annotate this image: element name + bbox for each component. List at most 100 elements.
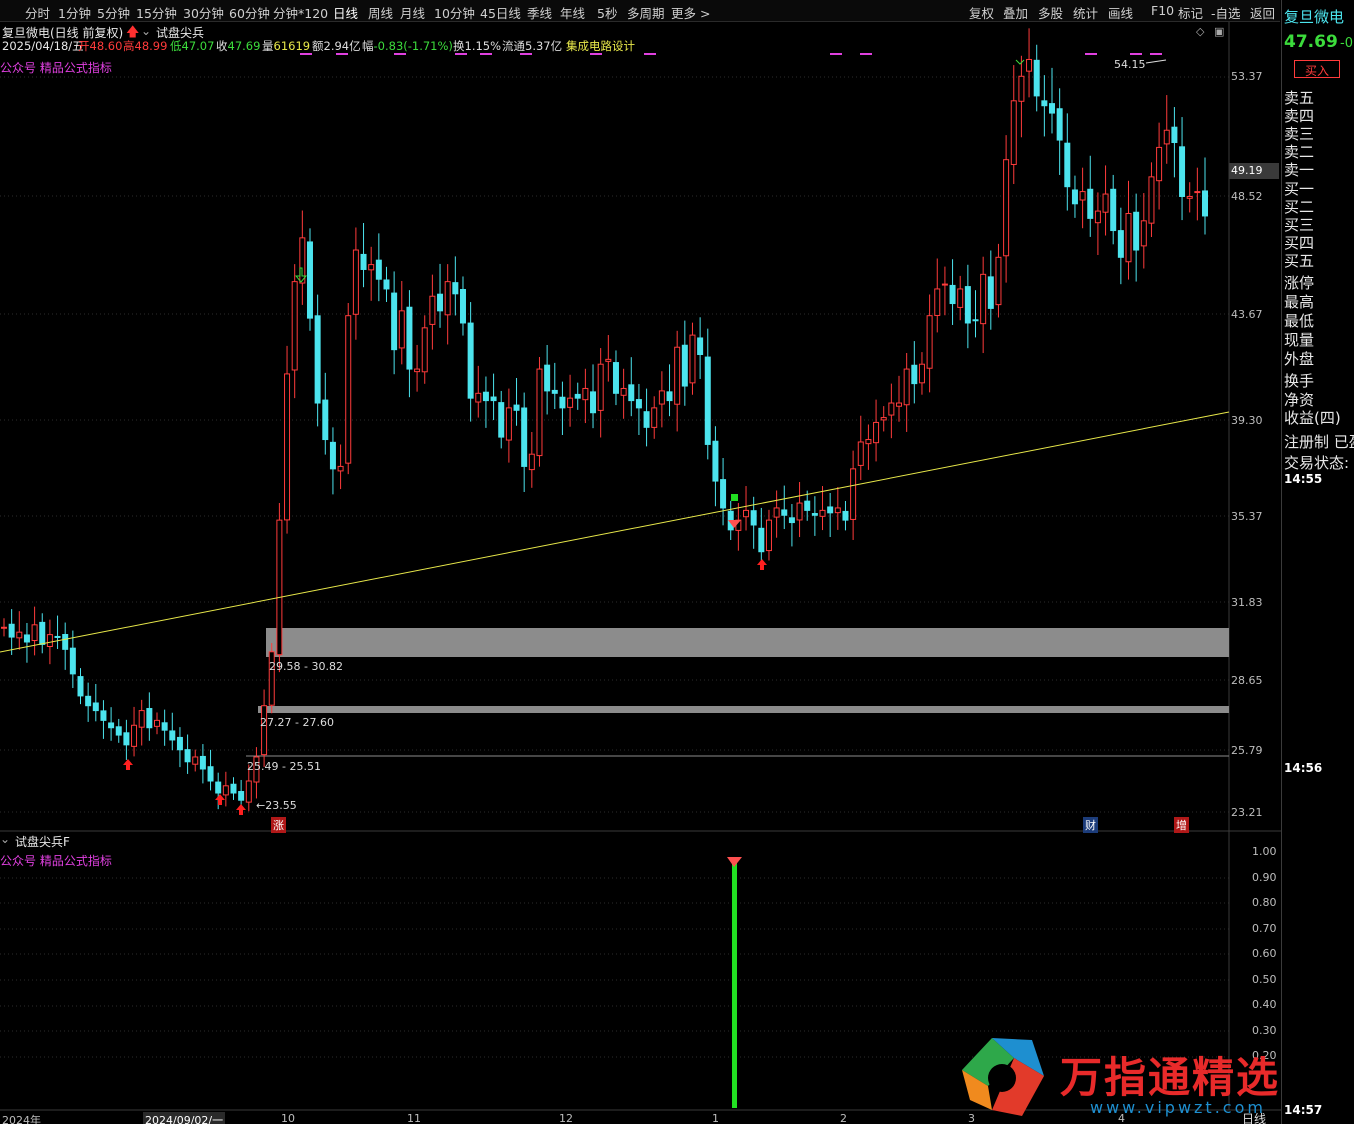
candle-body <box>888 402 895 416</box>
rp-row-label: 交易状态: <box>1284 454 1350 472</box>
candle-body <box>926 315 933 369</box>
candle-body <box>169 730 176 741</box>
event-zeng-badge[interactable]: 增 <box>1174 817 1189 833</box>
candle-body <box>391 292 398 351</box>
candle-body <box>941 283 948 286</box>
right-quote-panel: 复旦微电 47.69 -0 买入 卖五 卖四 卖三 卖二 卖一 买一 买二 买三 买四 买五 涨停最… <box>1242 0 1354 1124</box>
candle-body <box>314 315 321 404</box>
signal-dot <box>590 53 602 55</box>
zone1-label: 29.58 - 30.82 <box>269 660 343 673</box>
candle-body <box>505 407 512 441</box>
signal-dot <box>1130 53 1142 55</box>
candle-body <box>689 334 696 384</box>
candle-body <box>612 362 619 394</box>
price-tick: 31.83 <box>1231 596 1263 609</box>
candle-body <box>352 249 359 315</box>
rp-row-label: 外盘 <box>1284 350 1315 368</box>
buy-button[interactable]: 买入 <box>1294 60 1340 78</box>
candle-body <box>459 288 466 324</box>
x-year: 2024年 <box>2 1114 41 1124</box>
candle-body <box>138 710 145 728</box>
candle-body <box>1049 103 1056 114</box>
trend-line <box>0 411 1230 653</box>
candle-body <box>161 722 168 731</box>
candle-body <box>765 519 772 552</box>
rp-row-label: 最低 <box>1284 312 1315 330</box>
candle-body <box>8 623 15 638</box>
high-mark-label: 54.15 <box>1114 58 1146 71</box>
candle-body <box>1041 100 1048 107</box>
candle-body <box>245 780 252 803</box>
candle-body <box>750 510 757 526</box>
buy-arrow-icon <box>123 759 133 770</box>
candle-body <box>131 724 138 747</box>
kline-chart-svg[interactable] <box>0 0 1281 1124</box>
rp-row-label: 买五 <box>1284 252 1315 270</box>
brand-url: www.vipwzt.com <box>1090 1098 1266 1117</box>
candle-body <box>62 634 69 650</box>
x-month-12: 12 <box>559 1112 573 1124</box>
x-month-11: 11 <box>407 1112 421 1124</box>
rp-row-label: 涨停 <box>1284 274 1315 292</box>
sub-tick: 0.40 <box>1252 998 1277 1011</box>
candle-body <box>1133 211 1140 251</box>
candle-body <box>811 513 818 516</box>
event-cai-badge[interactable]: 财 <box>1083 817 1098 833</box>
support-zone-1 <box>266 628 1229 657</box>
candle-body <box>176 736 183 751</box>
candle-body <box>1003 159 1010 257</box>
candle-body <box>383 279 390 290</box>
candle-body <box>490 396 497 402</box>
sub-dropdown-icon[interactable]: ⌄ <box>0 832 10 846</box>
candle-body <box>827 506 834 514</box>
sub-tick: 1.00 <box>1252 845 1277 858</box>
candle-body <box>31 624 38 642</box>
candle-body <box>865 439 872 445</box>
candle-body <box>1125 213 1132 263</box>
candle-body <box>291 281 298 371</box>
candle-body <box>582 387 589 401</box>
candle-body <box>857 441 864 466</box>
rp-stock-name: 复旦微电 <box>1284 8 1345 26</box>
low-mark-label: ←23.55 <box>256 799 297 812</box>
signal-marker <box>731 494 738 501</box>
candle-body <box>1094 210 1101 224</box>
candle-body <box>322 399 329 441</box>
rp-change: -0 <box>1340 36 1353 51</box>
candle-body <box>850 468 857 520</box>
brand-logo-icon <box>962 1038 1044 1116</box>
candle-body <box>1117 230 1124 258</box>
rp-row-label: 卖一 <box>1284 161 1315 179</box>
signal-dot <box>520 53 532 55</box>
candle-body <box>429 295 436 325</box>
sub-note: 公众号 精品公式指标 <box>0 854 112 868</box>
candle-body <box>284 373 291 521</box>
candle-body <box>628 384 635 402</box>
candle-body <box>934 288 941 316</box>
candle-body <box>1056 108 1063 141</box>
candle-body <box>1087 188 1094 219</box>
signal-dot <box>1085 53 1097 55</box>
candle-body <box>964 286 971 324</box>
candle-body <box>406 306 413 370</box>
candle-body <box>980 273 987 325</box>
candle-body <box>1079 191 1086 201</box>
candle-body <box>23 634 30 643</box>
sub-indicator-title[interactable]: 试盘尖兵F <box>15 833 70 850</box>
sub-tick: 0.70 <box>1252 921 1277 935</box>
candle-body <box>192 756 199 765</box>
candle-body <box>437 293 444 312</box>
pointer-line <box>1145 59 1167 64</box>
candle-body <box>345 315 352 464</box>
candle-body <box>1 626 7 629</box>
candle-body <box>987 276 994 309</box>
candle-body <box>536 368 543 457</box>
candle-body <box>758 527 765 553</box>
candle-body <box>880 417 887 421</box>
signal-dot <box>860 53 872 55</box>
event-zhang-badge[interactable]: 涨 <box>271 817 286 833</box>
candle-body <box>207 766 214 782</box>
buy-arrow-icon <box>215 794 225 805</box>
signal-dot <box>1150 53 1162 55</box>
candle-body <box>1194 191 1201 194</box>
